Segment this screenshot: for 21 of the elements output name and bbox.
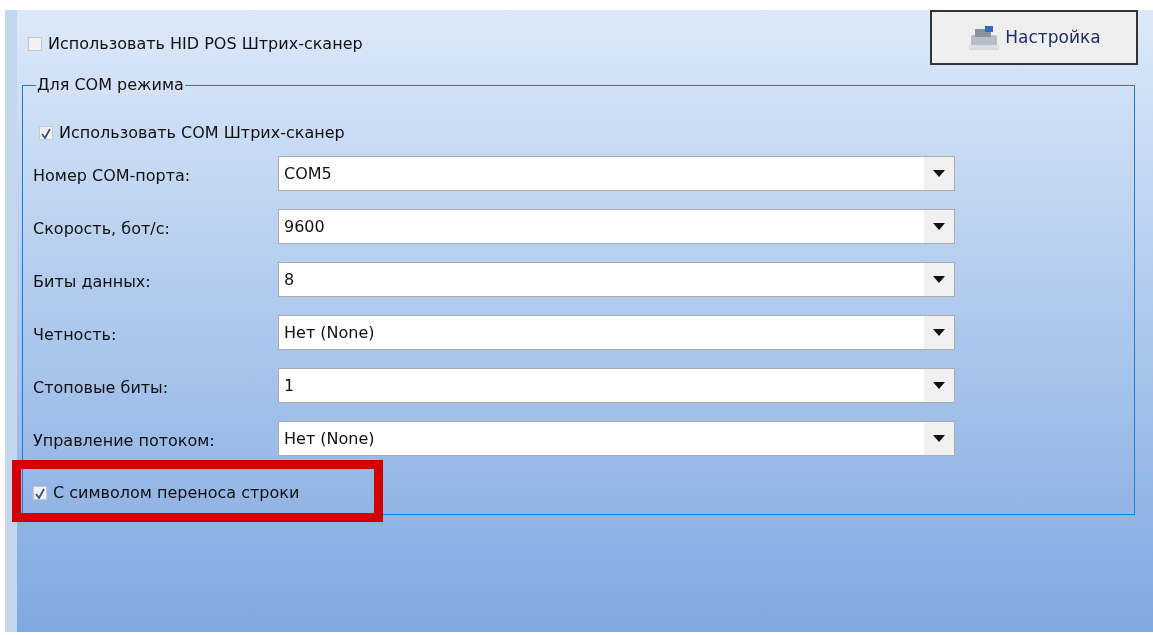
dropdown[interactable]: 8 [278, 262, 955, 297]
checkbox[interactable] [39, 126, 53, 140]
field-label: Стоповые биты: [33, 377, 169, 399]
checkbox-label[interactable]: Использовать COM Штрих-сканер [59, 121, 345, 145]
checkbox-label[interactable]: С символом переноса строки [53, 481, 300, 505]
field-label: Номер COM-порта: [33, 165, 191, 187]
cash-register-icon [967, 24, 1002, 51]
checkbox[interactable] [33, 486, 47, 500]
field-label: Четность: [33, 324, 117, 346]
dropdown[interactable]: Нет (None) [278, 315, 955, 350]
group-title: Для COM режима [36, 75, 185, 95]
dropdown[interactable]: COM5 [278, 156, 955, 191]
settings-button[interactable]: Настройка [930, 10, 1138, 65]
field-label: Биты данных: [33, 271, 151, 293]
field-label: Управление потоком: [33, 430, 215, 452]
checkbox[interactable] [28, 37, 42, 51]
dropdown[interactable]: 1 [278, 368, 955, 403]
field-label: Скорость, бот/с: [33, 218, 170, 240]
dropdown[interactable]: Нет (None) [278, 421, 955, 456]
checkbox-label[interactable]: Использовать HID POS Штрих-сканер [48, 32, 363, 56]
dropdown[interactable]: 9600 [278, 209, 955, 244]
